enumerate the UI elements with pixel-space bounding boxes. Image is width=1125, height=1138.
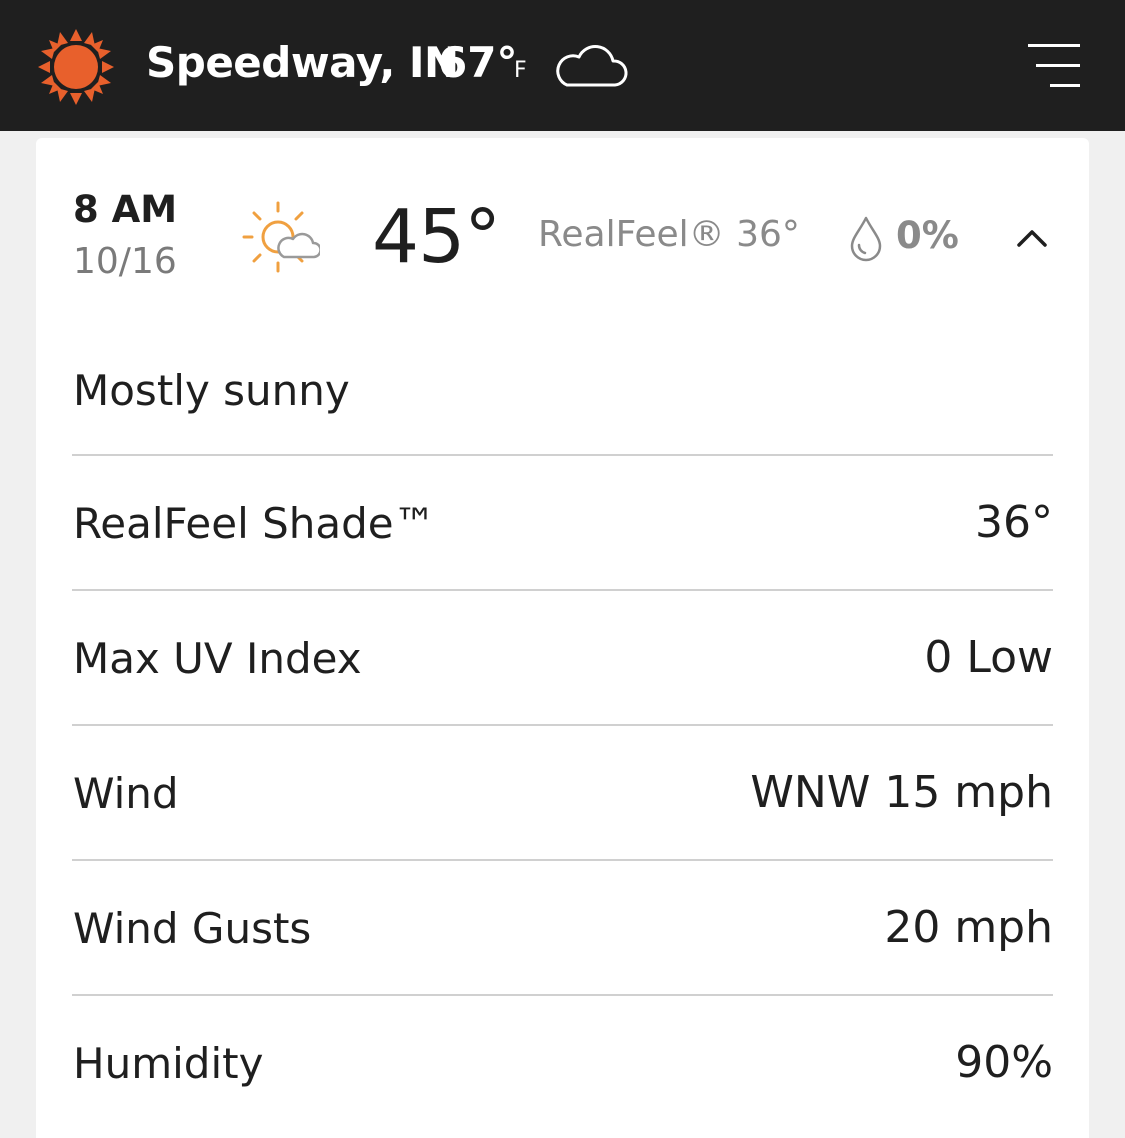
mostly-sunny-icon: [242, 201, 320, 273]
weather-phrase: Mostly sunny: [73, 366, 350, 415]
top-bar: Speedway, IN 67° F: [0, 0, 1125, 131]
detail-value-humidity: 90%: [955, 1037, 1053, 1088]
divider: [72, 724, 1053, 726]
hourly-forecast-card: 8 AM 10/16 45° RealFeel® 36° 0% Mostly s…: [36, 138, 1089, 1138]
detail-value-max-uv-index: 0 Low: [924, 632, 1053, 683]
divider: [72, 454, 1053, 456]
sun-logo-icon[interactable]: [36, 27, 116, 107]
detail-label-max-uv-index: Max UV Index: [73, 634, 362, 683]
precipitation-probability: 0%: [896, 214, 959, 257]
hamburger-menu-icon[interactable]: [1024, 44, 1080, 90]
raindrop-icon: [850, 216, 882, 262]
detail-label-realfeel-shade: RealFeel Shade™: [73, 499, 436, 548]
detail-label-wind: Wind: [73, 769, 179, 818]
divider: [72, 994, 1053, 996]
detail-value-wind: WNW 15 mph: [750, 767, 1053, 818]
realfeel-temperature: RealFeel® 36°: [538, 214, 800, 255]
location-name[interactable]: Speedway, IN: [146, 38, 459, 87]
chevron-up-icon[interactable]: [1014, 220, 1050, 256]
detail-label-humidity: Humidity: [73, 1039, 264, 1088]
detail-value-wind-gusts: 20 mph: [884, 902, 1053, 953]
temperature-unit: F: [514, 58, 527, 83]
cloud-icon: [556, 45, 628, 87]
detail-label-wind-gusts: Wind Gusts: [73, 904, 312, 953]
divider: [72, 589, 1053, 591]
hour-date: 10/16: [73, 241, 177, 282]
current-temperature: 67°: [438, 38, 518, 87]
detail-value-realfeel-shade: 36°: [975, 497, 1053, 548]
divider: [72, 859, 1053, 861]
hour-temperature: 45°: [372, 194, 501, 280]
hour-time: 8 AM: [73, 188, 178, 231]
